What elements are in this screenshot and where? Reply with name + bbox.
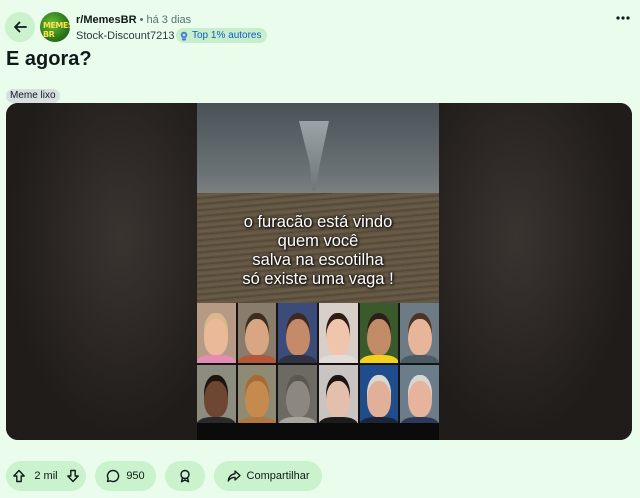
comment-bubble-icon xyxy=(106,469,120,483)
author-badge-label: Top 1% autores xyxy=(192,30,262,41)
author-link[interactable]: Stock-Discount7213 xyxy=(76,30,174,42)
comment-count: 950 xyxy=(126,470,145,482)
arrow-down-icon[interactable] xyxy=(66,469,80,483)
face-thumbnail xyxy=(197,303,236,363)
post-title: E agora? xyxy=(6,48,92,70)
caption-line: quem você xyxy=(277,232,359,250)
face-thumbnail xyxy=(319,303,358,363)
upvote-count: 2 mil xyxy=(34,470,58,482)
post-time: há 3 dias xyxy=(146,14,192,26)
caption-line: só existe uma vaga ! xyxy=(242,270,394,288)
award-icon xyxy=(178,469,192,483)
avatar-logo: MEMES BR xyxy=(43,21,70,39)
more-dots-icon xyxy=(616,16,630,20)
caption-line: o furacão está vindo xyxy=(243,213,393,231)
comments-button[interactable]: 950 xyxy=(95,461,156,491)
face-thumbnail xyxy=(237,303,277,363)
arrow-up-icon[interactable] xyxy=(12,469,26,483)
media-blur-right xyxy=(439,103,632,440)
time-separator: • xyxy=(139,14,144,26)
face-thumbnail xyxy=(400,365,439,425)
back-button[interactable] xyxy=(5,12,35,42)
vote-control: 2 mil xyxy=(6,461,86,491)
action-bar: 2 mil 950 Compartilhar xyxy=(6,461,322,491)
media-blur-left xyxy=(6,103,197,440)
media-container[interactable]: o furacão está vindo quem você salva na … xyxy=(6,103,632,440)
face-thumbnail xyxy=(278,365,317,425)
face-thumbnail xyxy=(319,365,358,425)
award-button[interactable] xyxy=(165,461,205,491)
share-button[interactable]: Compartilhar xyxy=(214,461,322,491)
subreddit-link[interactable]: r/MemesBR xyxy=(76,14,137,26)
video-frame[interactable]: o furacão está vindo quem você salva na … xyxy=(197,103,439,440)
face-thumbnail xyxy=(278,303,317,363)
face-thumbnail xyxy=(237,365,277,425)
face-thumbnail xyxy=(197,365,236,425)
subreddit-avatar[interactable]: MEMES BR xyxy=(40,12,70,42)
post-flair[interactable]: Meme lixo xyxy=(6,89,60,103)
meme-caption: o furacão está vindo quem você salva na … xyxy=(197,213,439,289)
face-thumbnail xyxy=(400,303,439,363)
caption-line: salva na escotilha xyxy=(252,251,384,269)
share-arrow-icon xyxy=(227,469,241,483)
share-label: Compartilhar xyxy=(246,470,310,482)
arrow-left-icon xyxy=(13,20,27,34)
faces-grid xyxy=(197,303,439,425)
more-options-button[interactable] xyxy=(616,16,630,20)
author-badge: Top 1% autores xyxy=(176,28,267,43)
video-bottom-bar xyxy=(197,423,439,440)
face-thumbnail xyxy=(359,365,399,425)
trophy-icon xyxy=(179,31,189,41)
subreddit-header: r/MemesBR • há 3 dias xyxy=(76,14,191,26)
face-thumbnail xyxy=(359,303,399,363)
